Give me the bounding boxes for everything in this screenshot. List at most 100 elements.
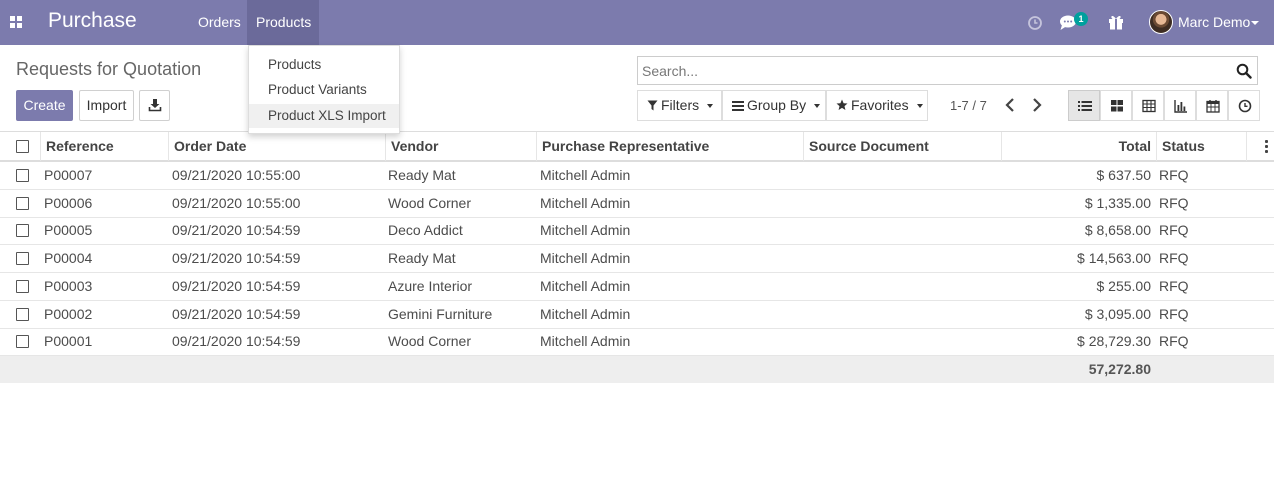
filters-button[interactable]: Filters bbox=[637, 90, 722, 121]
pivot-view-icon bbox=[1142, 99, 1156, 113]
cell-reference: P00003 bbox=[44, 277, 93, 294]
cell-total: $ 14,563.00 bbox=[1077, 250, 1151, 267]
menu-item-products[interactable]: Products bbox=[249, 53, 399, 77]
user-name[interactable]: Marc Demo bbox=[1178, 14, 1250, 30]
cell-order-date: 09/21/2020 10:54:59 bbox=[172, 305, 301, 322]
table-row[interactable]: P00005 09/21/2020 10:54:59 Deco Addict Mitc… bbox=[0, 217, 1274, 246]
download-button[interactable] bbox=[139, 90, 170, 121]
cell-total: $ 28,729.30 bbox=[1077, 333, 1151, 350]
avatar[interactable] bbox=[1149, 10, 1173, 34]
activity-view-icon bbox=[1238, 99, 1252, 113]
filters-label: Filters bbox=[661, 97, 700, 113]
cell-vendor: Deco Addict bbox=[388, 222, 463, 239]
calendar-view-icon bbox=[1206, 100, 1220, 113]
cell-source-document bbox=[807, 245, 997, 272]
table-row[interactable]: P00001 09/21/2020 10:54:59 Wood Corner Mitc… bbox=[0, 328, 1274, 357]
page-title: Requests for Quotation bbox=[16, 59, 202, 79]
cell-order-date: 09/21/2020 10:54:59 bbox=[172, 250, 301, 267]
column-reference[interactable]: Reference bbox=[40, 132, 168, 161]
cell-vendor: Ready Mat bbox=[388, 250, 456, 267]
cell-status: RFQ bbox=[1159, 194, 1189, 211]
column-vendor[interactable]: Vendor bbox=[385, 132, 536, 161]
cell-status: RFQ bbox=[1159, 167, 1189, 183]
cell-representative: Mitchell Admin bbox=[540, 222, 631, 239]
cell-order-date: 09/21/2020 10:54:59 bbox=[172, 333, 301, 350]
calendar-view-button[interactable] bbox=[1196, 90, 1228, 121]
kanban-view-icon bbox=[1111, 100, 1123, 112]
search-icon[interactable] bbox=[1236, 63, 1252, 79]
favorites-label: Favorites bbox=[851, 97, 909, 113]
pivot-view-button[interactable] bbox=[1132, 90, 1164, 121]
activity-view-button[interactable] bbox=[1228, 90, 1260, 121]
column-options-cell bbox=[1246, 132, 1274, 161]
cell-vendor: Wood Corner bbox=[388, 194, 472, 211]
chevron-left-icon[interactable] bbox=[1003, 96, 1017, 114]
cell-status: RFQ bbox=[1159, 305, 1189, 322]
cell-source-document bbox=[807, 162, 997, 189]
group-by-button[interactable]: Group By bbox=[722, 90, 826, 121]
chevron-right-icon[interactable] bbox=[1030, 96, 1044, 114]
cell-reference: P00007 bbox=[44, 167, 93, 183]
cell-representative: Mitchell Admin bbox=[540, 277, 631, 294]
menu-products[interactable]: Products bbox=[247, 0, 319, 45]
row-checkbox[interactable] bbox=[16, 252, 29, 266]
row-checkbox[interactable] bbox=[16, 169, 29, 182]
cell-status: RFQ bbox=[1159, 277, 1189, 294]
chevron-down-icon bbox=[814, 104, 821, 109]
cell-representative: Mitchell Admin bbox=[540, 333, 631, 350]
apps-icon[interactable] bbox=[10, 16, 23, 29]
search-box bbox=[637, 56, 1258, 85]
select-all-checkbox[interactable] bbox=[16, 140, 29, 153]
cell-source-document bbox=[807, 273, 997, 300]
create-button[interactable]: Create bbox=[16, 90, 73, 121]
chat-badge: 1 bbox=[1074, 12, 1088, 26]
cell-total: $ 1,335.00 bbox=[1084, 194, 1151, 211]
search-input[interactable] bbox=[642, 61, 1222, 81]
cell-source-document bbox=[807, 328, 997, 355]
table-row[interactable]: P00006 09/21/2020 10:55:00 Wood Corner Mitc… bbox=[0, 190, 1274, 218]
cell-vendor: Wood Corner bbox=[388, 333, 472, 350]
group-by-label: Group By bbox=[747, 97, 807, 113]
cell-vendor: Ready Mat bbox=[388, 167, 456, 183]
graph-view-button[interactable] bbox=[1164, 90, 1196, 121]
row-checkbox[interactable] bbox=[16, 279, 29, 293]
column-purchase-representative[interactable]: Purchase Representative bbox=[536, 132, 803, 161]
menu-orders[interactable]: Orders bbox=[189, 0, 250, 45]
table-row[interactable]: P00002 09/21/2020 10:54:59 Gemini Furnitur… bbox=[0, 301, 1274, 329]
cell-reference: P00006 bbox=[44, 194, 93, 211]
cell-representative: Mitchell Admin bbox=[540, 194, 631, 211]
cell-reference: P00002 bbox=[44, 305, 93, 322]
table-row[interactable]: P00007 09/21/2020 10:55:00 Ready Mat Mitche… bbox=[0, 162, 1274, 190]
row-checkbox[interactable] bbox=[16, 224, 29, 238]
row-checkbox[interactable] bbox=[16, 335, 29, 349]
cell-total: $ 3,095.00 bbox=[1084, 305, 1151, 322]
top-navbar: Purchase Orders Products 1 Marc Demo bbox=[0, 0, 1274, 45]
menu-item-product-variants[interactable]: Product Variants bbox=[249, 78, 399, 102]
star-icon bbox=[836, 99, 848, 110]
cell-reference: P00004 bbox=[44, 250, 93, 267]
cell-order-date: 09/21/2020 10:55:00 bbox=[172, 194, 301, 211]
table-row[interactable]: P00003 09/21/2020 10:54:59 Azure Interior M… bbox=[0, 273, 1274, 301]
column-total[interactable]: Total bbox=[1001, 132, 1157, 161]
column-order-date[interactable]: Order Date bbox=[168, 132, 386, 161]
cell-representative: Mitchell Admin bbox=[540, 305, 631, 322]
cell-total: $ 8,658.00 bbox=[1084, 222, 1151, 239]
app-name[interactable]: Purchase bbox=[48, 9, 137, 33]
import-button[interactable]: Import bbox=[79, 90, 134, 121]
activity-clock-icon[interactable] bbox=[1025, 13, 1045, 33]
favorites-button[interactable]: Favorites bbox=[826, 90, 928, 121]
column-status[interactable]: Status bbox=[1156, 132, 1246, 161]
row-checkbox[interactable] bbox=[16, 196, 29, 210]
row-checkbox[interactable] bbox=[16, 307, 29, 321]
chevron-down-icon[interactable] bbox=[1251, 21, 1259, 25]
menu-item-product-xls-import[interactable]: Product XLS Import bbox=[249, 104, 399, 128]
chevron-down-icon bbox=[916, 104, 923, 109]
pager-value[interactable]: 1-7 / 7 bbox=[950, 98, 987, 113]
gift-icon[interactable] bbox=[1106, 12, 1126, 32]
list-view-button[interactable] bbox=[1068, 90, 1100, 121]
table-row[interactable]: P00004 09/21/2020 10:54:59 Ready Mat Mitche… bbox=[0, 245, 1274, 274]
kanban-view-button[interactable] bbox=[1100, 90, 1132, 121]
column-options-icon[interactable] bbox=[1264, 140, 1268, 154]
column-source-document[interactable]: Source Document bbox=[803, 132, 1001, 161]
cell-order-date: 09/21/2020 10:54:59 bbox=[172, 277, 301, 294]
